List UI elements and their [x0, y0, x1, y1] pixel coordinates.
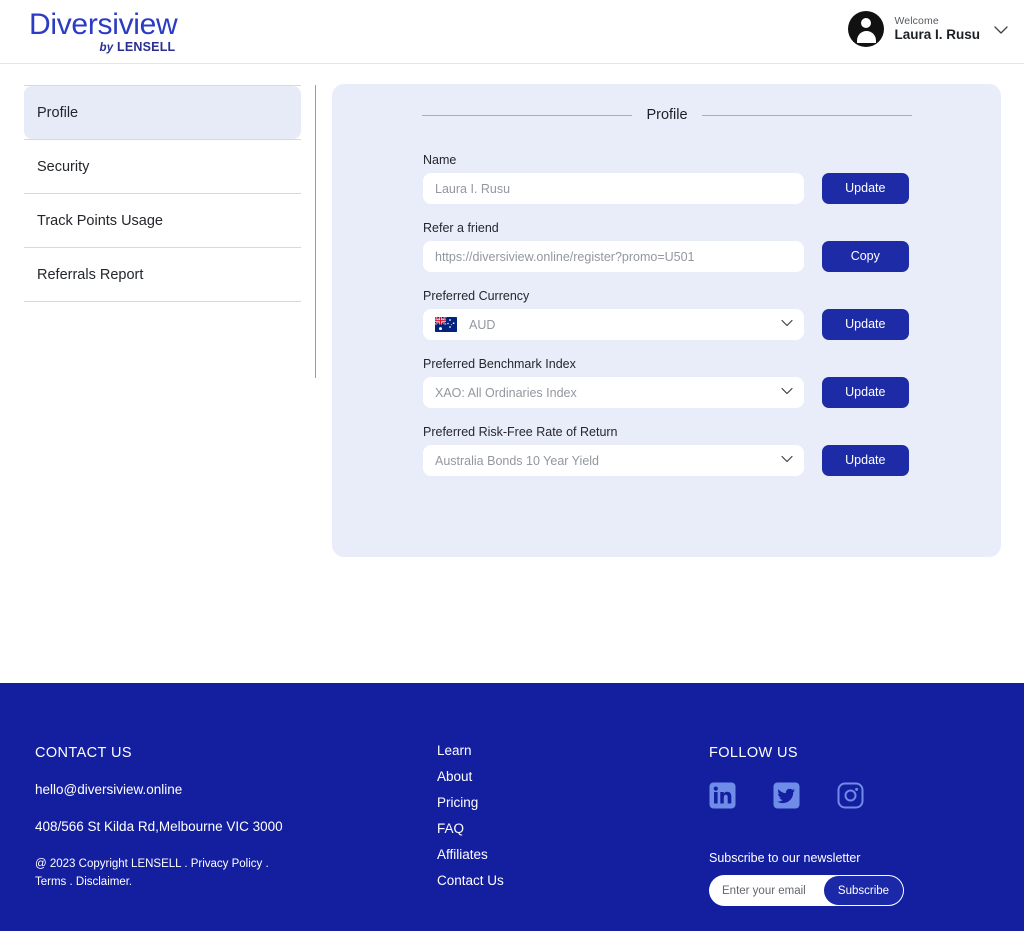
footer-link-pricing[interactable]: Pricing [437, 795, 504, 810]
referral-link-input[interactable]: https://diversiview.online/register?prom… [435, 250, 792, 264]
footer-contact-column: CONTACT US hello@diversiview.online 408/… [35, 745, 415, 892]
user-avatar-icon [848, 11, 885, 47]
brand-lensell: LENSELL [117, 40, 176, 54]
brand-name: Diversiview [29, 8, 178, 41]
field-label: Preferred Risk-Free Rate of Return [423, 425, 618, 439]
preferred-risk-free-rate-select[interactable]: Australia Bonds 10 Year Yield [423, 445, 804, 476]
footer-link-affiliates[interactable]: Affiliates [437, 847, 504, 862]
subscribe-label: Subscribe to our newsletter [709, 851, 861, 865]
preferred-risk-free-rate-value: Australia Bonds 10 Year Yield [435, 453, 600, 468]
footer-nav-column: Learn About Pricing FAQ Affiliates Conta… [437, 743, 504, 899]
update-benchmark-index-button[interactable]: Update [821, 377, 909, 408]
name-input-wrapper[interactable]: Laura I. Rusu [423, 173, 804, 204]
field-refer-a-friend: Refer a friend https://diversiview.onlin… [423, 221, 909, 272]
subscribe-button[interactable]: Subscribe [824, 876, 903, 905]
newsletter-form: Subscribe [709, 875, 904, 906]
field-preferred-benchmark-index: Preferred Benchmark Index XAO: All Ordin… [423, 357, 909, 408]
footer-link-faq[interactable]: FAQ [437, 821, 504, 836]
contact-address: 408/566 St Kilda Rd,Melbourne VIC 3000 [35, 819, 283, 834]
field-row: AUD Update [423, 309, 909, 340]
field-row: XAO: All Ordinaries Index Update [423, 377, 909, 408]
field-label: Name [423, 153, 457, 167]
preferred-benchmark-index-value: XAO: All Ordinaries Index [435, 385, 577, 400]
user-menu[interactable]: Welcome Laura I. Rusu [848, 11, 1008, 47]
field-label: Preferred Benchmark Index [423, 357, 576, 371]
field-name: Name Laura I. Rusu Update [423, 153, 909, 204]
app-header: Diversiview by LENSELL Welcome Laura I. … [0, 0, 1024, 64]
settings-sidebar: Profile Security Track Points Usage Refe… [24, 85, 301, 302]
update-risk-free-rate-button[interactable]: Update [821, 445, 909, 476]
page-footer: CONTACT US hello@diversiview.online 408/… [0, 683, 1024, 931]
sidebar-item-profile[interactable]: Profile [24, 86, 301, 139]
sidebar-item-label: Profile [37, 104, 79, 121]
newsletter-email-input[interactable] [722, 884, 827, 897]
footer-social-column: FOLLOW US Subscribe to our newsletter En… [709, 745, 959, 906]
update-currency-button[interactable]: Update [821, 309, 909, 340]
twitter-icon[interactable] [773, 782, 800, 809]
sidebar-item-security[interactable]: Security [24, 140, 301, 193]
instagram-icon[interactable] [837, 782, 864, 809]
sidebar-item-track-points-usage[interactable]: Track Points Usage [24, 194, 301, 247]
chevron-down-icon[interactable] [781, 387, 793, 398]
field-label: Preferred Currency [423, 289, 530, 303]
profile-panel: Profile Name Laura I. Rusu Update Refer … [332, 84, 1001, 557]
preferred-benchmark-index-select[interactable]: XAO: All Ordinaries Index [423, 377, 804, 408]
brand-by: by [99, 42, 114, 54]
rule-right [701, 114, 913, 116]
welcome-label: Welcome [894, 15, 939, 28]
page-title: Profile [646, 107, 688, 123]
field-preferred-risk-free-rate: Preferred Risk-Free Rate of Return Austr… [423, 425, 909, 476]
profile-form: Name Laura I. Rusu Update Refer a friend… [423, 153, 909, 476]
field-row: Australia Bonds 10 Year Yield Update [423, 445, 909, 476]
panel-header: Profile [422, 107, 913, 123]
referral-link-input-wrapper[interactable]: https://diversiview.online/register?prom… [423, 241, 804, 272]
field-label: Refer a friend [423, 221, 499, 235]
sidebar-item-label: Referrals Report [37, 266, 144, 283]
footer-link-contact-us[interactable]: Contact Us [437, 873, 504, 888]
vertical-divider [315, 85, 316, 378]
chevron-down-icon[interactable] [994, 23, 1008, 36]
rule-left [422, 114, 633, 116]
legal-text[interactable]: @ 2023 Copyright LENSELL . Privacy Polic… [35, 856, 297, 892]
sidebar-item-referrals-report[interactable]: Referrals Report [24, 248, 301, 301]
user-name: Laura I. Rusu [894, 27, 980, 43]
copy-referral-link-button[interactable]: Copy [821, 241, 909, 272]
contact-heading: CONTACT US [35, 745, 132, 761]
sidebar-item-label: Track Points Usage [37, 212, 163, 229]
update-name-button[interactable]: Update [821, 173, 909, 204]
brand-logo[interactable]: Diversiview by LENSELL [29, 8, 178, 55]
preferred-currency-value: AUD [469, 317, 496, 332]
follow-heading: FOLLOW US [709, 745, 798, 761]
chevron-down-icon[interactable] [781, 319, 793, 330]
footer-link-learn[interactable]: Learn [437, 743, 504, 758]
name-input[interactable]: Laura I. Rusu [435, 182, 792, 196]
social-icons [709, 782, 959, 809]
user-info: Welcome Laura I. Rusu [894, 15, 980, 43]
field-row: Laura I. Rusu Update [423, 173, 909, 204]
brand-tagline: by LENSELL [29, 41, 177, 55]
main-content: Profile Security Track Points Usage Refe… [0, 64, 1024, 683]
chevron-down-icon[interactable] [781, 455, 793, 466]
contact-email[interactable]: hello@diversiview.online [35, 782, 415, 797]
field-preferred-currency: Preferred Currency AUD Update [423, 289, 909, 340]
linkedin-icon[interactable] [709, 782, 736, 809]
divider [24, 301, 301, 302]
sidebar-item-label: Security [37, 158, 90, 175]
preferred-currency-select[interactable]: AUD [423, 309, 804, 340]
footer-link-about[interactable]: About [437, 769, 504, 784]
field-row: https://diversiview.online/register?prom… [423, 241, 909, 272]
australia-flag-icon [435, 317, 457, 332]
